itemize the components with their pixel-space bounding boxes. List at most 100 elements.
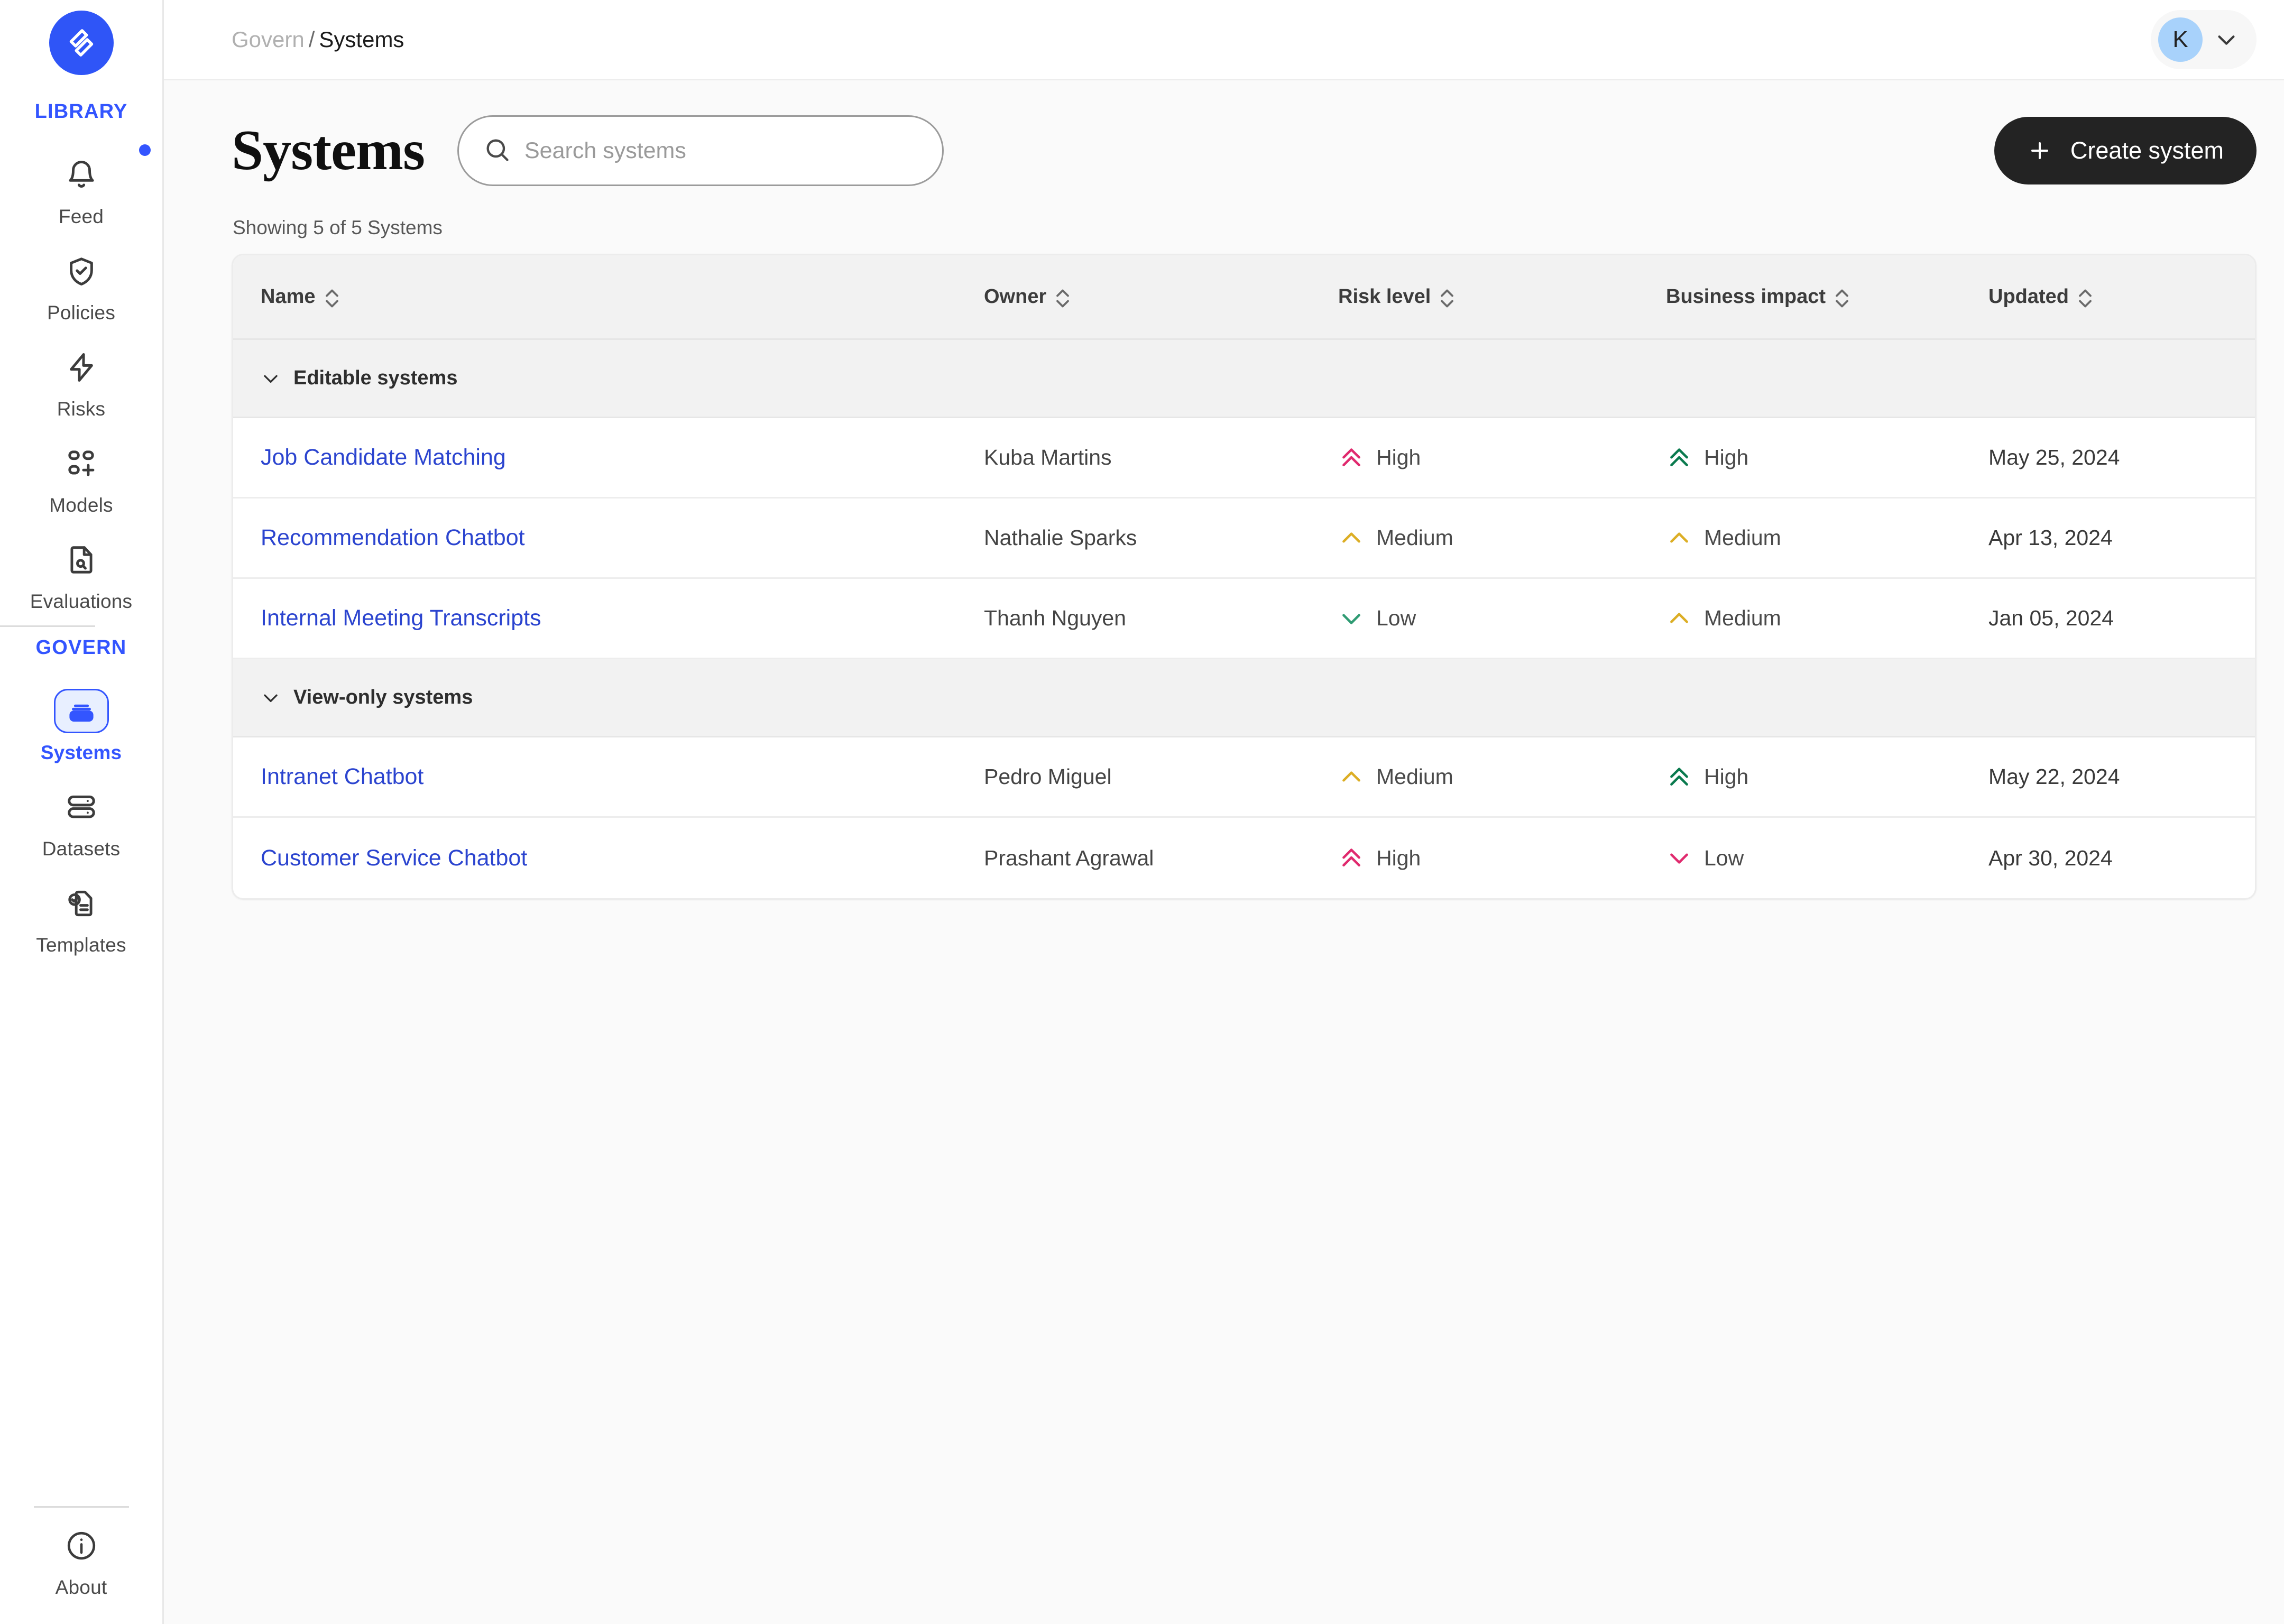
sidebar-item-templates[interactable]: Templates [0,870,162,966]
sidebar-item-systems[interactable]: Systems [0,677,162,773]
sidebar-item-datasets[interactable]: Datasets [0,773,162,870]
chevron-down-icon [261,368,281,389]
cell-risk: Low [1338,605,1666,632]
sort-icon [1439,287,1455,308]
breadcrumb-separator: / [308,26,315,52]
sidebar-item-label: About [55,1576,107,1598]
page-content: Systems Create system [164,80,2284,1624]
table-row[interactable]: Recommendation Chatbot Nathalie Sparks Med… [233,499,2255,579]
sidebar-divider-bottom [33,1506,129,1508]
chevron-down-icon [2214,27,2239,52]
cell-risk: High [1338,845,1666,871]
cell-updated: Apr 30, 2024 [1988,845,2113,870]
cell-updated: Jan 05, 2024 [1988,606,2114,630]
shield-check-icon [54,249,109,293]
sidebar-item-models[interactable]: Models [0,430,162,526]
avatar: K [2158,17,2203,62]
table-row[interactable]: Intranet Chatbot Pedro Miguel Medium High Ma… [233,737,2255,818]
column-header-name[interactable]: Name [233,285,984,308]
sidebar-section-label: LIBRARY [34,100,128,123]
sidebar-sections: LIBRARY Feed Policies Risks Models Evaluation… [0,91,162,966]
breadcrumb-parent[interactable]: Govern [232,27,305,52]
cell-name: Customer Service Chatbot [233,845,984,871]
table-header-row: Name Owner Risk level Business impact Update… [233,255,2255,340]
sort-icon [1834,287,1850,308]
column-header-business-impact[interactable]: Business impact [1666,285,1988,308]
search-box[interactable] [457,115,944,186]
search-input[interactable] [524,137,918,164]
cell-name: Intranet Chatbot [233,764,984,790]
column-header-risk-level[interactable]: Risk level [1338,285,1666,308]
system-link[interactable]: Customer Service Chatbot [261,845,527,871]
sort-icon [324,287,340,308]
level-label: High [1704,764,1749,789]
main-area: Govern / Systems K Systems Search system… [164,0,2284,1624]
system-link[interactable]: Recommendation Chatbot [261,525,525,550]
level-label: High [1376,845,1421,870]
sidebar-item-evaluations[interactable]: Evaluations [0,526,162,622]
sidebar-item-label: Systems [40,742,122,763]
level-label: High [1704,445,1749,469]
column-header-label: Name [261,285,316,308]
table-group-header[interactable]: View-only systems [233,659,2255,737]
page-title: Systems [232,119,425,182]
sidebar-item-about[interactable]: About [0,1512,162,1608]
sidebar-item-label: Models [49,494,113,516]
breadcrumb: Govern / Systems [232,27,404,52]
system-link[interactable]: Internal Meeting Transcripts [261,605,541,631]
sidebar-item-policies[interactable]: Policies [0,237,162,334]
double-chevron-up-icon [1666,764,1692,790]
cell-name: Job Candidate Matching [233,445,984,470]
create-system-button[interactable]: Create system [1994,117,2257,184]
table-group-label: View-only systems [293,686,473,708]
column-header-owner[interactable]: Owner [984,285,1338,308]
sidebar-item-label: Policies [47,302,116,324]
chevron-down-icon [261,688,281,708]
level-label: Medium [1376,764,1453,789]
bell-icon [54,153,109,197]
app-logo[interactable] [49,11,114,75]
create-system-label: Create system [2070,137,2224,164]
cell-risk: Medium [1338,764,1666,790]
user-menu-button[interactable]: K [2151,10,2257,69]
database-stack-icon [54,785,109,829]
chevron-down-icon [1338,605,1365,632]
sidebar-bottom: About [0,1503,162,1608]
table-group-header[interactable]: Editable systems [233,340,2255,418]
level-label: Medium [1376,525,1453,550]
level-label: Low [1376,606,1416,630]
table-group-label: Editable systems [293,367,458,389]
double-chevron-up-icon [1666,445,1692,471]
column-header-label: Owner [984,285,1047,308]
lightning-bolt-icon [54,345,109,390]
systems-table: Name Owner Risk level Business impact Update… [232,254,2257,900]
level-label: Medium [1704,525,1781,550]
system-link[interactable]: Job Candidate Matching [261,445,506,470]
cell-owner: Kuba Martins [984,445,1112,469]
info-circle-icon [54,1524,109,1568]
level-label: Low [1704,845,1744,870]
cell-owner: Thanh Nguyen [984,606,1126,630]
level-label: High [1376,445,1421,469]
cell-risk: High [1338,445,1666,471]
document-check-icon [54,881,109,926]
sort-icon [2077,287,2093,308]
sidebar-divider [0,625,95,627]
chevron-up-icon [1666,605,1692,632]
table-row[interactable]: Internal Meeting Transcripts Thanh Nguyen… [233,579,2255,659]
sidebar-item-feed[interactable]: Feed [0,141,162,237]
level-label: Medium [1704,606,1781,630]
system-link[interactable]: Intranet Chatbot [261,764,423,789]
cell-owner: Prashant Agrawal [984,845,1154,870]
table-row[interactable]: Customer Service Chatbot Prashant Agrawal… [233,818,2255,898]
column-header-updated[interactable]: Updated [1988,285,2255,308]
sidebar-item-label: Risks [57,398,106,420]
chevron-up-icon [1666,525,1692,551]
results-count: Showing 5 of 5 Systems [233,217,443,238]
table-row[interactable]: Job Candidate Matching Kuba Martins High Hi… [233,418,2255,499]
cell-impact: Low [1666,845,1988,871]
cell-name: Internal Meeting Transcripts [233,605,984,631]
cell-updated: May 25, 2024 [1988,445,2120,469]
sidebar-item-risks[interactable]: Risks [0,334,162,430]
sidebar-section-label: GOVERN [35,636,127,659]
